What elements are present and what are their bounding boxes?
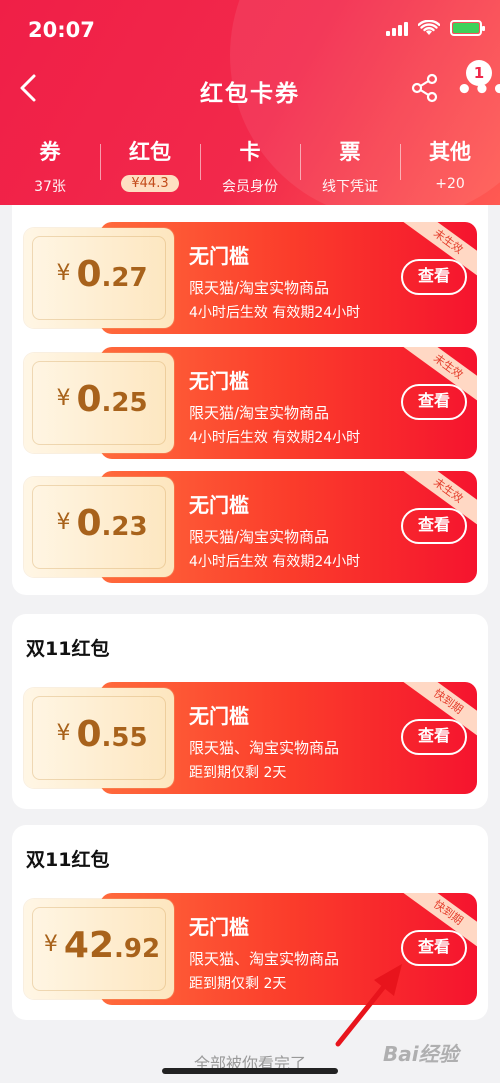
tab-sub: 37张 — [34, 179, 66, 195]
currency-symbol: ¥ — [56, 721, 71, 746]
coupon-name: 无门槛 — [189, 369, 249, 393]
nav-bar: 红包卡券 ••• 1 — [0, 60, 500, 118]
amount-integer: 0 — [76, 379, 102, 420]
tab-label: 券 — [39, 140, 61, 164]
coupon-validity: 4小时后生效 有效期24小时 — [189, 430, 361, 446]
coupon-amount: ¥0.23 — [32, 503, 172, 544]
tab-red-packets[interactable]: 红包 ¥44.3 — [100, 130, 200, 200]
signal-icon — [386, 20, 408, 36]
tab-coupons[interactable]: 券 37张 — [0, 130, 100, 200]
amount-decimal: .55 — [101, 723, 148, 753]
coupon-scope: 限天猫、淘宝实物商品 — [189, 739, 340, 757]
view-button[interactable]: 查看 — [401, 719, 467, 755]
red-packet-group: 双11红包 快到期 ¥0.55 无门槛 限天猫、淘宝实物商品 距到期仅剩 2天 … — [12, 614, 488, 809]
red-packet-group: 未生效 ¥0.27 无门槛 限天猫/淘宝实物商品 4小时后生效 有效期24小时 … — [12, 205, 488, 595]
amount-decimal: .25 — [101, 388, 148, 418]
view-button[interactable]: 查看 — [401, 259, 467, 295]
more-icon[interactable]: ••• — [456, 77, 500, 103]
red-packet-group: 双11红包 快到期 ¥42.92 无门槛 限天猫、淘宝实物商品 距到期仅剩 2天… — [12, 825, 488, 1020]
tab-label: 其他 — [429, 140, 471, 164]
tab-label: 票 — [339, 140, 361, 164]
currency-symbol: ¥ — [56, 510, 71, 535]
view-button[interactable]: 查看 — [401, 384, 467, 420]
coupon-scope: 限天猫、淘宝实物商品 — [189, 950, 340, 968]
battery-icon — [450, 20, 485, 36]
amount-integer: 0 — [76, 503, 102, 544]
coupon-card[interactable]: 未生效 ¥0.25 无门槛 限天猫/淘宝实物商品 4小时后生效 有效期24小时 … — [22, 347, 477, 459]
home-indicator[interactable] — [162, 1068, 338, 1074]
share-icon[interactable] — [410, 72, 440, 104]
coupon-validity: 4小时后生效 有效期24小时 — [189, 305, 361, 321]
amount-decimal: .92 — [114, 934, 161, 964]
status-icons — [386, 20, 485, 36]
watermark: Bai经验 — [383, 1042, 459, 1066]
tab-sub: 线下凭证 — [322, 179, 378, 195]
status-bar: 20:07 — [0, 0, 500, 60]
coupon-validity: 距到期仅剩 2天 — [189, 765, 287, 781]
group-title: 双11红包 — [26, 849, 110, 871]
currency-symbol: ¥ — [56, 386, 71, 411]
amount-decimal: .23 — [101, 512, 148, 542]
notification-badge: 1 — [466, 60, 492, 86]
tab-tickets[interactable]: 票 线下凭证 — [300, 130, 400, 200]
coupon-scope: 限天猫/淘宝实物商品 — [189, 404, 330, 422]
amount-integer: 0 — [76, 254, 102, 295]
coupon-card[interactable]: 未生效 ¥0.27 无门槛 限天猫/淘宝实物商品 4小时后生效 有效期24小时 … — [22, 222, 477, 334]
amount-integer: 42 — [63, 925, 115, 966]
view-button[interactable]: 查看 — [401, 930, 467, 966]
coupon-validity: 距到期仅剩 2天 — [189, 976, 287, 992]
tab-sub: 会员身份 — [222, 179, 278, 195]
tab-label: 卡 — [239, 140, 261, 164]
wifi-icon — [418, 20, 440, 35]
coupon-scope: 限天猫/淘宝实物商品 — [189, 279, 330, 297]
tab-label: 红包 — [129, 140, 171, 164]
group-title: 双11红包 — [26, 638, 110, 660]
tab-cards[interactable]: 卡 会员身份 — [200, 130, 300, 200]
coupon-name: 无门槛 — [189, 704, 249, 728]
category-tabs: 券 37张 红包 ¥44.3 卡 会员身份 票 线下凭证 其他 +20 — [0, 130, 500, 200]
coupon-name: 无门槛 — [189, 493, 249, 517]
tab-sub-amount-pill: ¥44.3 — [121, 175, 179, 192]
coupon-amount: ¥42.92 — [32, 925, 172, 966]
currency-symbol: ¥ — [56, 261, 71, 286]
coupon-name: 无门槛 — [189, 915, 249, 939]
coupon-amount: ¥0.27 — [32, 254, 172, 295]
tab-others[interactable]: 其他 +20 — [400, 130, 500, 200]
coupon-validity: 4小时后生效 有效期24小时 — [189, 554, 361, 570]
coupon-scope: 限天猫/淘宝实物商品 — [189, 528, 330, 546]
view-button[interactable]: 查看 — [401, 508, 467, 544]
tab-sub: +20 — [435, 176, 465, 192]
status-time: 20:07 — [28, 18, 95, 42]
coupon-amount: ¥0.25 — [32, 379, 172, 420]
annotation-arrow-icon — [335, 964, 402, 1047]
header: 20:07 红包卡券 ••• 1 券 — [0, 0, 500, 205]
coupon-amount: ¥0.55 — [32, 714, 172, 755]
coupon-card[interactable]: 快到期 ¥0.55 无门槛 限天猫、淘宝实物商品 距到期仅剩 2天 查看 — [22, 682, 477, 794]
amount-decimal: .27 — [101, 263, 148, 293]
currency-symbol: ¥ — [43, 932, 58, 957]
amount-integer: 0 — [76, 714, 102, 755]
coupon-card[interactable]: 未生效 ¥0.23 无门槛 限天猫/淘宝实物商品 4小时后生效 有效期24小时 … — [22, 471, 477, 583]
coupon-name: 无门槛 — [189, 244, 249, 268]
